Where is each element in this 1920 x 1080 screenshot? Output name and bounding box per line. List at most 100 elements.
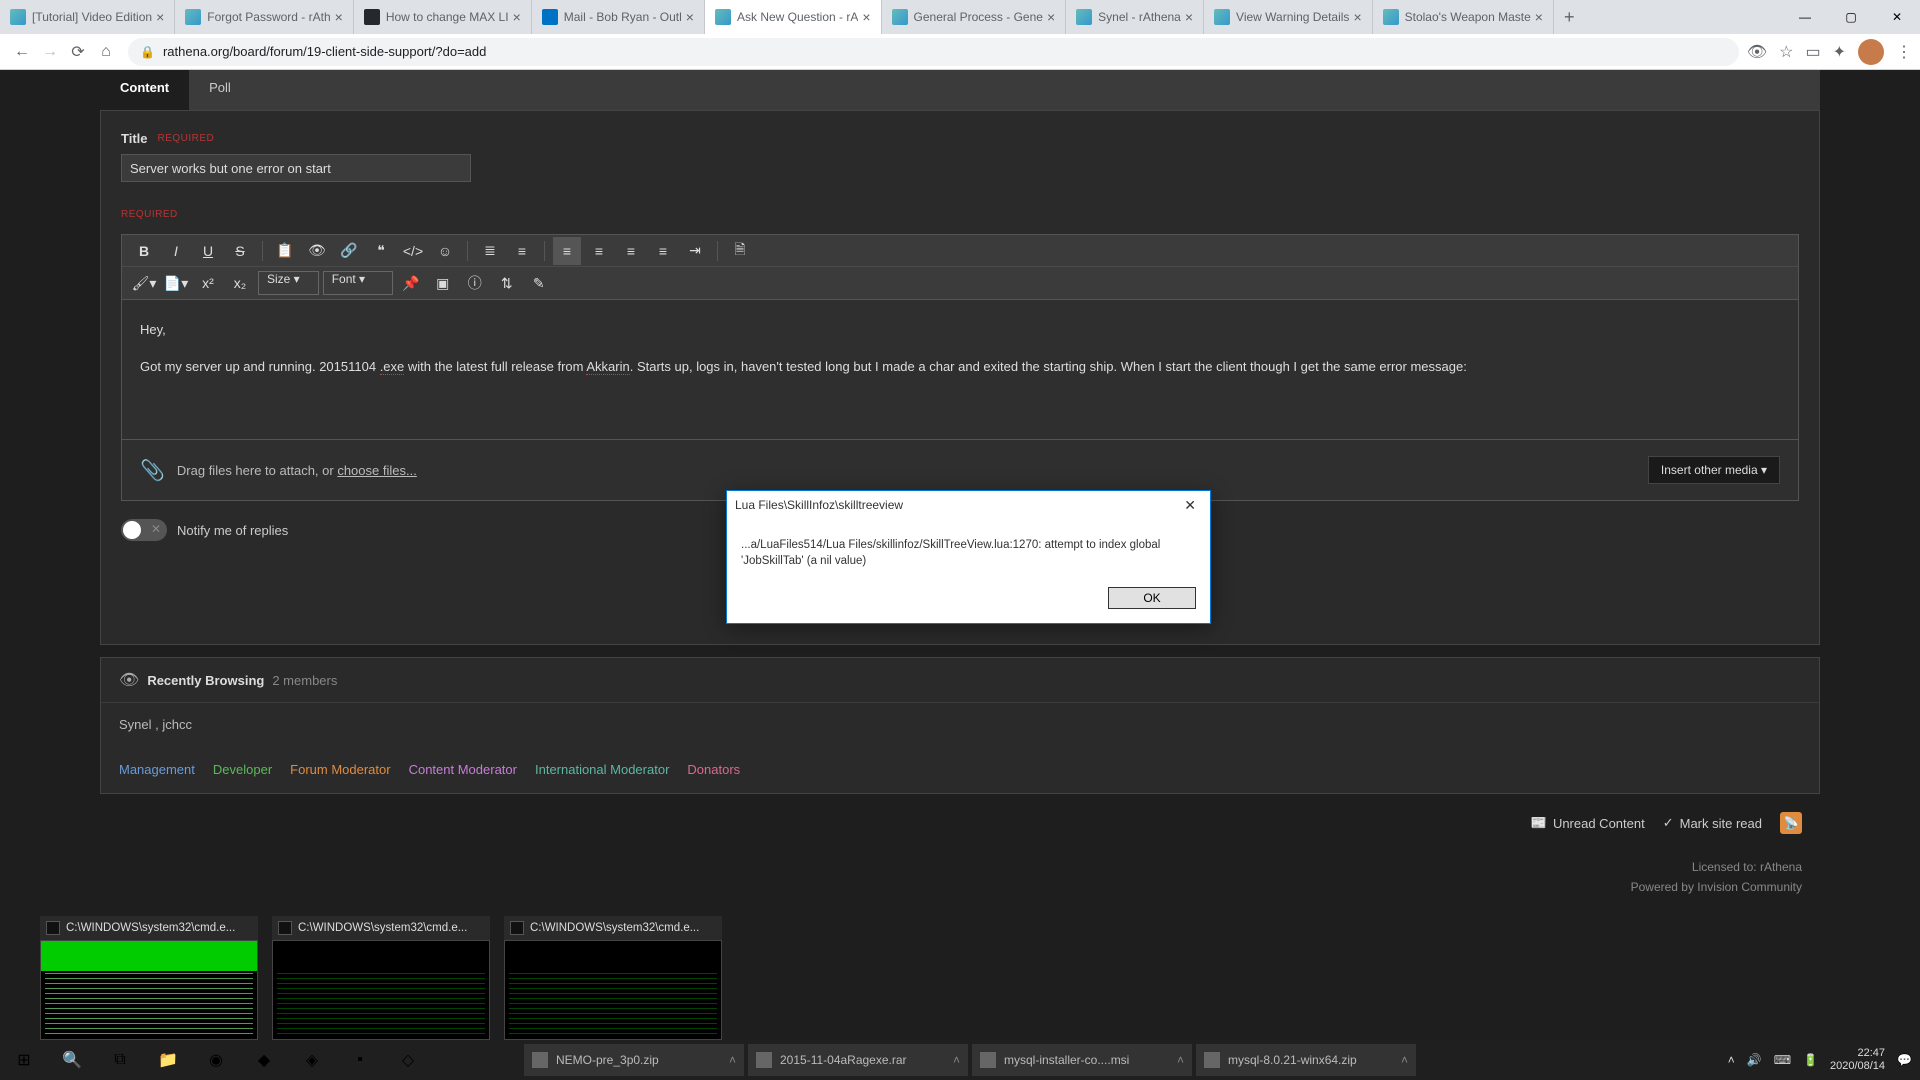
search-button[interactable]: 🔍: [48, 1040, 96, 1080]
subscript-button[interactable]: x₂: [226, 269, 254, 297]
tab-6[interactable]: Synel - rAthena×: [1066, 0, 1204, 34]
preview-button[interactable]: 👁: [303, 237, 331, 265]
choose-files-link[interactable]: choose files...: [337, 463, 417, 478]
url-bar[interactable]: 🔒 rathena.org/board/forum/19-client-side…: [128, 38, 1739, 66]
info-button[interactable]: ⓘ: [461, 269, 489, 297]
olist-button[interactable]: ≡: [508, 237, 536, 265]
close-window-icon[interactable]: ✕: [1874, 0, 1920, 34]
tab-3[interactable]: Mail - Bob Ryan - Outl×: [532, 0, 705, 34]
close-icon[interactable]: ×: [1047, 9, 1055, 25]
brush-button[interactable]: 🖌▾: [130, 269, 158, 297]
chevron-up-icon[interactable]: ˄: [1177, 1053, 1184, 1067]
square-button[interactable]: ▣: [429, 269, 457, 297]
bold-button[interactable]: B: [130, 237, 158, 265]
tab-7[interactable]: View Warning Details×: [1204, 0, 1373, 34]
tab-content[interactable]: Content: [100, 70, 189, 110]
editor-body[interactable]: Hey, Got my server up and running. 20151…: [121, 300, 1799, 440]
chevron-up-icon[interactable]: ˄: [1401, 1053, 1408, 1067]
ulist-button[interactable]: ≣: [476, 237, 504, 265]
tab-2[interactable]: How to change MAX LI×: [354, 0, 532, 34]
explorer-icon[interactable]: 📁: [144, 1040, 192, 1080]
link-button[interactable]: 🔗: [335, 237, 363, 265]
taskbar-app-3[interactable]: mysql-8.0.21-winx64.zip˄: [1196, 1044, 1416, 1076]
start-button[interactable]: ⊞: [0, 1040, 48, 1080]
star-icon[interactable]: ☆: [1779, 42, 1793, 62]
align-center-button[interactable]: ≡: [585, 237, 613, 265]
forward-button[interactable]: →: [36, 38, 64, 66]
tab-4[interactable]: Ask New Question - rA×: [705, 0, 882, 34]
quote-button[interactable]: ❝: [367, 237, 395, 265]
volume-icon[interactable]: 🔊: [1747, 1053, 1762, 1067]
tab-0[interactable]: [Tutorial] Video Edition×: [0, 0, 175, 34]
task-preview-0[interactable]: C:\WINDOWS\system32\cmd.e...: [40, 916, 258, 1040]
tab-poll[interactable]: Poll: [189, 70, 251, 110]
align-justify-button[interactable]: ≡: [649, 237, 677, 265]
back-button[interactable]: ←: [8, 38, 36, 66]
emoji-button[interactable]: ☺: [431, 237, 459, 265]
app2-icon[interactable]: ◇: [384, 1040, 432, 1080]
unread-content-link[interactable]: 📰 Unread Content: [1531, 815, 1645, 831]
close-icon[interactable]: ×: [1185, 9, 1193, 25]
eye-off-icon[interactable]: 👁: [1747, 42, 1767, 62]
dialog-ok-button[interactable]: OK: [1108, 587, 1196, 609]
close-icon[interactable]: ×: [1353, 9, 1361, 25]
tab-8[interactable]: Stolao's Weapon Maste×: [1373, 0, 1554, 34]
dialog-titlebar[interactable]: Lua Files\SkillInfoz\skilltreeview ✕: [727, 491, 1210, 519]
menu-icon[interactable]: ⋮: [1896, 42, 1912, 62]
reload-button[interactable]: ⟳: [64, 38, 92, 66]
extensions-icon[interactable]: ✦: [1833, 42, 1846, 62]
insert-other-media-button[interactable]: Insert other media ▾: [1648, 456, 1780, 484]
maximize-icon[interactable]: ▢: [1828, 0, 1874, 34]
chevron-up-icon[interactable]: ˄: [953, 1053, 960, 1067]
discord-icon[interactable]: ◈: [288, 1040, 336, 1080]
page-button[interactable]: 🗎: [726, 237, 754, 265]
underline-button[interactable]: U: [194, 237, 222, 265]
close-icon[interactable]: ×: [513, 9, 521, 25]
align-left-button[interactable]: ≡: [553, 237, 581, 265]
lang-icon[interactable]: ⌨: [1774, 1053, 1791, 1067]
cast-icon[interactable]: ▭: [1805, 42, 1820, 62]
tray-chevron-icon[interactable]: ˄: [1728, 1053, 1735, 1067]
highlight-button[interactable]: ✎: [525, 269, 553, 297]
copy-button[interactable]: 📋: [271, 237, 299, 265]
task-view-button[interactable]: ⧉: [96, 1040, 144, 1080]
taskbar-app-2[interactable]: mysql-installer-co....msi˄: [972, 1044, 1192, 1076]
new-tab-button[interactable]: +: [1554, 7, 1585, 28]
close-icon[interactable]: ×: [1535, 9, 1543, 25]
font-select[interactable]: Font ▾: [323, 271, 393, 295]
taskbar-app-1[interactable]: 2015-11-04aRagexe.rar˄: [748, 1044, 968, 1076]
close-icon[interactable]: ×: [156, 9, 164, 25]
rss-icon[interactable]: 📡: [1780, 812, 1802, 834]
chevron-up-icon[interactable]: ˄: [729, 1053, 736, 1067]
notifications-icon[interactable]: 💬: [1897, 1053, 1912, 1067]
dialog-close-icon[interactable]: ✕: [1178, 495, 1202, 516]
task-preview-1[interactable]: C:\WINDOWS\system32\cmd.e...: [272, 916, 490, 1040]
task-preview-2[interactable]: C:\WINDOWS\system32\cmd.e...: [504, 916, 722, 1040]
close-icon[interactable]: ×: [686, 9, 694, 25]
strike-button[interactable]: S: [226, 237, 254, 265]
taskbar-app-0[interactable]: NEMO-pre_3p0.zip˄: [524, 1044, 744, 1076]
tab-5[interactable]: General Process - Gene×: [882, 0, 1067, 34]
close-icon[interactable]: ×: [335, 9, 343, 25]
pin-button[interactable]: 📌: [397, 269, 425, 297]
profile-avatar[interactable]: [1858, 39, 1884, 65]
align-right-button[interactable]: ≡: [617, 237, 645, 265]
notify-toggle[interactable]: ✕: [121, 519, 167, 541]
battery-icon[interactable]: 🔋: [1803, 1053, 1818, 1067]
merge-button[interactable]: ⇅: [493, 269, 521, 297]
superscript-button[interactable]: x²: [194, 269, 222, 297]
cmd-taskbar-icon[interactable]: ▪: [336, 1040, 384, 1080]
title-input[interactable]: [121, 154, 471, 182]
size-select[interactable]: Size ▾: [258, 271, 319, 295]
home-button[interactable]: ⌂: [92, 38, 120, 66]
close-icon[interactable]: ×: [862, 9, 870, 25]
chrome-icon[interactable]: ◉: [192, 1040, 240, 1080]
mark-read-link[interactable]: ✓ Mark site read: [1663, 815, 1762, 831]
code-button[interactable]: </>: [399, 237, 427, 265]
italic-button[interactable]: I: [162, 237, 190, 265]
clock[interactable]: 22:47 2020/08/14: [1830, 1047, 1885, 1073]
indent-button[interactable]: ⇥: [681, 237, 709, 265]
paste-button[interactable]: 📄▾: [162, 269, 190, 297]
tab-1[interactable]: Forgot Password - rAth×: [175, 0, 354, 34]
app-icon[interactable]: ◆: [240, 1040, 288, 1080]
